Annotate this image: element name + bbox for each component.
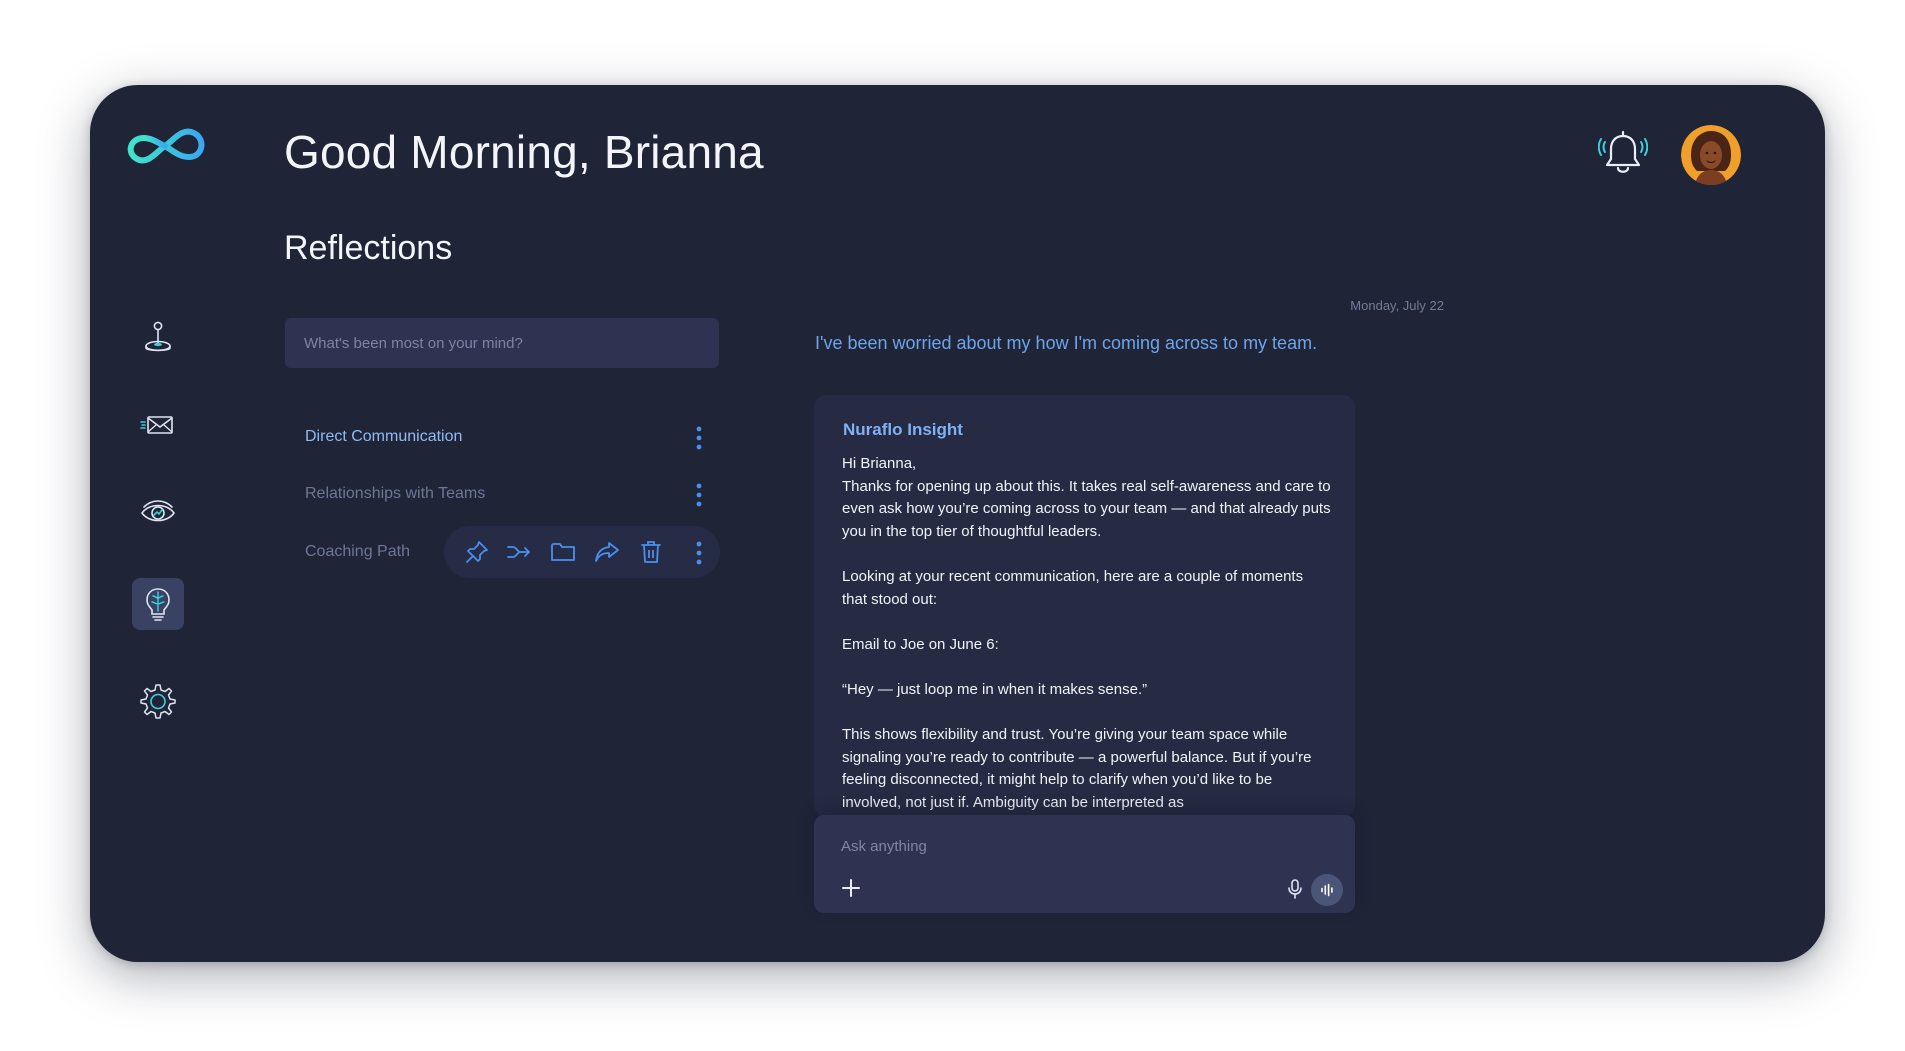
sidebar-item-insights[interactable] bbox=[132, 486, 184, 538]
message-date: Monday, July 22 bbox=[1350, 298, 1444, 313]
pin-icon[interactable] bbox=[464, 539, 490, 565]
topic-label: Relationships with Teams bbox=[305, 485, 486, 502]
topic-actions-toolbar bbox=[444, 526, 720, 578]
reflection-search-input[interactable] bbox=[285, 318, 719, 368]
trash-icon[interactable] bbox=[638, 539, 664, 565]
sidebar-item-settings[interactable] bbox=[132, 675, 184, 727]
app-window: Good Morning, Brianna Reflections What's… bbox=[90, 85, 1825, 962]
sidebar-item-messages[interactable] bbox=[132, 399, 184, 451]
chat-composer bbox=[814, 815, 1355, 913]
insight-title: Nuraflo Insight bbox=[843, 420, 963, 439]
share-icon[interactable] bbox=[594, 539, 620, 565]
microphone-icon[interactable] bbox=[1286, 878, 1304, 900]
infinity-logo-icon[interactable] bbox=[122, 121, 208, 171]
lightbulb-brain-icon bbox=[146, 588, 170, 621]
mail-icon bbox=[140, 416, 173, 434]
more-vertical-icon[interactable] bbox=[692, 482, 706, 508]
more-vertical-icon[interactable] bbox=[692, 425, 706, 451]
more-vertical-icon[interactable] bbox=[692, 540, 706, 566]
sidebar-item-controls[interactable] bbox=[132, 311, 184, 363]
user-avatar[interactable] bbox=[1681, 125, 1741, 185]
plus-icon[interactable] bbox=[840, 877, 862, 899]
merge-icon[interactable] bbox=[506, 539, 532, 565]
topic-label: Coaching Path bbox=[305, 543, 410, 560]
insight-body: Hi Brianna, Thanks for opening up about … bbox=[842, 455, 1331, 811]
voice-mode-button[interactable] bbox=[1311, 874, 1343, 906]
topic-item-relationships-with-teams[interactable]: Relationships with Teams bbox=[288, 474, 720, 514]
insight-card: Nuraflo Insight Hi Brianna, Thanks for o… bbox=[814, 395, 1355, 817]
topic-item-coaching-path[interactable]: Coaching Path bbox=[288, 526, 720, 578]
sidebar-item-reflections[interactable] bbox=[132, 578, 184, 630]
bell-icon[interactable] bbox=[1598, 128, 1648, 180]
eye-chart-icon bbox=[141, 500, 175, 522]
ask-input[interactable] bbox=[841, 833, 1281, 859]
folder-icon[interactable] bbox=[550, 539, 576, 565]
voice-wave-icon bbox=[1321, 883, 1333, 897]
topic-label: Direct Communication bbox=[305, 428, 463, 445]
topic-item-direct-communication[interactable]: Direct Communication bbox=[288, 417, 720, 457]
user-message: I've been worried about my how I'm comin… bbox=[815, 333, 1318, 353]
reflections-title: Reflections bbox=[284, 229, 453, 267]
greeting-title: Good Morning, Brianna bbox=[284, 126, 764, 178]
joystick-icon bbox=[145, 321, 171, 352]
gear-icon bbox=[140, 684, 176, 719]
